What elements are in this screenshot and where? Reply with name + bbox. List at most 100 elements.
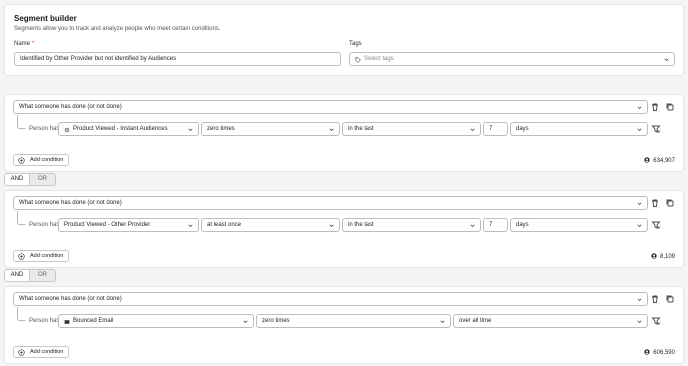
filter-clear-icon[interactable] <box>651 220 661 230</box>
event-select[interactable]: Product Viewed - Other Provider <box>58 218 199 232</box>
and-button[interactable]: AND <box>5 270 30 281</box>
event-value: Product Viewed - Other Provider <box>64 222 151 228</box>
event-value: Bounced Email <box>73 318 114 324</box>
chevron-down-icon <box>637 298 642 301</box>
chevron-down-icon <box>243 320 248 323</box>
condition-type-select[interactable]: What someone has done (or not done) <box>13 292 648 306</box>
chevron-down-icon <box>637 320 642 323</box>
chevron-down-icon <box>637 202 642 205</box>
tags-placeholder: Select tags <box>364 56 394 62</box>
page-subtitle: Segments allow you to track and analyze … <box>14 26 221 32</box>
name-label: Name * <box>14 41 34 47</box>
people-count-value: 8,109 <box>659 254 675 260</box>
name-label-text: Name <box>14 41 31 47</box>
or-button[interactable]: OR <box>30 174 55 185</box>
amount-input[interactable]: 7 <box>483 218 508 232</box>
timeframe-select[interactable]: in the last <box>342 218 481 232</box>
chevron-down-icon <box>188 224 193 227</box>
tree-connector <box>17 307 25 321</box>
trash-icon[interactable] <box>650 294 660 304</box>
chevron-down-icon <box>470 224 475 227</box>
chevron-down-icon <box>637 128 642 131</box>
people-count: 634,907 <box>644 157 675 164</box>
amount-value: 7 <box>489 126 493 132</box>
chevron-down-icon <box>637 224 642 227</box>
or-button[interactable]: OR <box>30 270 55 281</box>
trash-icon[interactable] <box>650 102 660 112</box>
gear-icon <box>64 127 70 132</box>
people-count-value: 606,590 <box>653 350 675 356</box>
people-count: 8,109 <box>651 253 675 260</box>
add-condition-button[interactable]: Add condition <box>13 346 70 358</box>
amount-value: 7 <box>489 222 493 228</box>
event-value: Product Viewed - Instant Audiences <box>73 126 168 132</box>
flag-icon <box>64 319 70 324</box>
person-icon <box>644 157 650 163</box>
unit-select[interactable]: days <box>510 122 648 136</box>
tag-icon <box>355 56 361 63</box>
condition-group-3: What someone has done (or not done) Pers… <box>4 286 684 364</box>
copy-icon[interactable] <box>665 294 675 304</box>
copy-icon[interactable] <box>665 198 675 208</box>
tree-connector <box>17 115 25 129</box>
people-count: 606,590 <box>644 349 675 356</box>
plus-circle-icon <box>18 156 25 164</box>
add-condition-button[interactable]: Add condition <box>13 250 70 262</box>
filter-clear-icon[interactable] <box>651 124 661 134</box>
plus-circle-icon <box>18 348 25 356</box>
required-mark: * <box>32 41 35 47</box>
timeframe-value: over all time <box>459 318 492 324</box>
name-input[interactable]: Identified by Other Provider but not ide… <box>14 52 341 66</box>
person-icon <box>651 253 657 259</box>
and-button[interactable]: AND <box>5 174 30 185</box>
people-count-value: 634,907 <box>653 158 675 164</box>
chevron-down-icon <box>440 320 445 323</box>
tags-label: Tags <box>349 41 362 47</box>
frequency-value: zero times <box>207 126 235 132</box>
person-has-label: Person has <box>29 222 60 228</box>
event-select[interactable]: Product Viewed - Instant Audiences <box>58 122 199 136</box>
operator-toggle-1: AND OR <box>4 173 56 186</box>
unit-select[interactable]: days <box>510 218 648 232</box>
amount-input[interactable]: 7 <box>483 122 508 136</box>
frequency-value: at least once <box>207 222 242 228</box>
person-has-label: Person has <box>29 126 60 132</box>
timeframe-select[interactable]: over all time <box>453 314 648 328</box>
unit-value: days <box>516 222 529 228</box>
plus-circle-icon <box>18 252 25 260</box>
person-has-label: Person has <box>29 318 60 324</box>
condition-group-2: What someone has done (or not done) Pers… <box>4 190 684 268</box>
chevron-down-icon <box>664 58 669 61</box>
frequency-select[interactable]: zero times <box>256 314 451 328</box>
add-condition-label: Add condition <box>30 253 64 259</box>
copy-icon[interactable] <box>665 102 675 112</box>
unit-value: days <box>516 126 529 132</box>
segment-header-card: Segment builder Segments allow you to tr… <box>4 4 684 76</box>
condition-type-select[interactable]: What someone has done (or not done) <box>13 100 648 114</box>
add-condition-button[interactable]: Add condition <box>13 154 70 166</box>
event-select[interactable]: Bounced Email <box>58 314 254 328</box>
chevron-down-icon <box>329 128 334 131</box>
person-icon <box>644 349 650 355</box>
filter-clear-icon[interactable] <box>651 316 661 326</box>
chevron-down-icon <box>188 128 193 131</box>
name-input-value: Identified by Other Provider but not ide… <box>20 56 177 62</box>
condition-group-1: What someone has done (or not done) Pers… <box>4 94 684 172</box>
chevron-down-icon <box>637 106 642 109</box>
timeframe-value: in the last <box>348 126 374 132</box>
frequency-value: zero times <box>262 318 290 324</box>
operator-toggle-2: AND OR <box>4 269 56 282</box>
timeframe-select[interactable]: in the last <box>342 122 481 136</box>
timeframe-value: in the last <box>348 222 374 228</box>
frequency-select[interactable]: at least once <box>201 218 340 232</box>
condition-type-value: What someone has done (or not done) <box>19 200 122 206</box>
tags-select[interactable]: Select tags <box>349 52 675 66</box>
page-title: Segment builder <box>14 14 77 23</box>
frequency-select[interactable]: zero times <box>201 122 340 136</box>
chevron-down-icon <box>329 224 334 227</box>
add-condition-label: Add condition <box>30 157 64 163</box>
trash-icon[interactable] <box>650 198 660 208</box>
condition-type-select[interactable]: What someone has done (or not done) <box>13 196 648 210</box>
tree-connector <box>17 211 25 225</box>
condition-type-value: What someone has done (or not done) <box>19 104 122 110</box>
